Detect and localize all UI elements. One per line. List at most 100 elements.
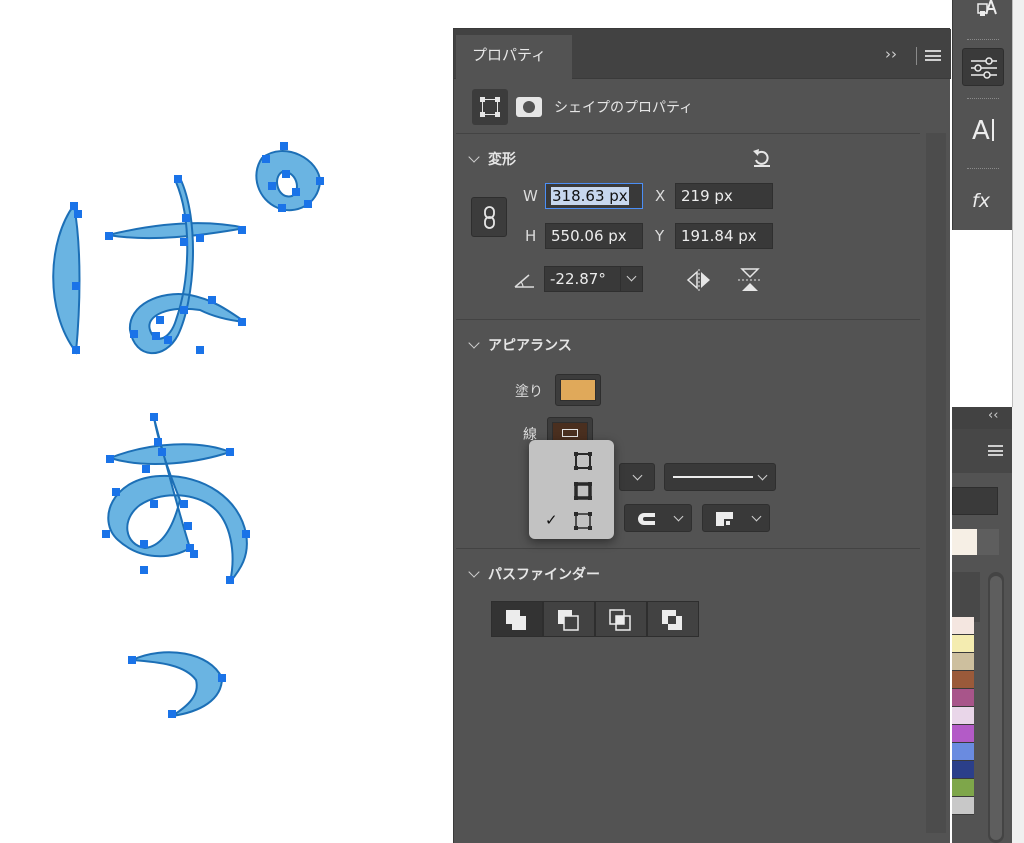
x-field[interactable]: 219 px bbox=[675, 183, 773, 209]
fill-label: 塗り bbox=[515, 384, 543, 400]
angle-dropdown-button[interactable] bbox=[620, 267, 642, 291]
height-label: H bbox=[525, 227, 537, 245]
swatch-color-chip[interactable] bbox=[952, 797, 974, 815]
panel-scrollbar[interactable] bbox=[926, 133, 946, 833]
swatch-color-chip[interactable] bbox=[952, 653, 974, 671]
window-edge bbox=[1012, 0, 1024, 407]
fill-color-button[interactable] bbox=[555, 374, 601, 406]
chevron-down-icon bbox=[673, 511, 684, 522]
shape-properties-header: シェイプのプロパティ bbox=[472, 89, 932, 125]
stroke-cap-dropdown[interactable] bbox=[624, 504, 692, 532]
glyph-pa-shape[interactable] bbox=[52, 150, 322, 717]
fill-color-swatch bbox=[560, 379, 596, 401]
width-field[interactable]: 318.63 px bbox=[545, 183, 643, 209]
stroke-align-center-icon bbox=[574, 482, 592, 500]
pa-cross-stroke bbox=[107, 222, 246, 240]
combine-shapes-button[interactable] bbox=[491, 601, 543, 637]
swatch-color-chip[interactable] bbox=[952, 779, 974, 797]
pathfinder-buttons bbox=[491, 601, 699, 637]
panel-grip[interactable] bbox=[967, 39, 999, 42]
swatch-folder-header bbox=[952, 572, 980, 622]
character-glyph: A bbox=[972, 116, 990, 146]
y-field[interactable]: 191.84 px bbox=[675, 223, 773, 249]
subtract-front-shape-button[interactable] bbox=[543, 601, 595, 637]
stroke-align-inside-item[interactable] bbox=[529, 446, 614, 476]
character-style-icon[interactable] bbox=[962, 0, 1004, 26]
shape-properties-title: シェイプのプロパティ bbox=[554, 100, 694, 116]
section-appearance-header[interactable]: アピアランス bbox=[468, 335, 572, 355]
round-cap-icon bbox=[638, 513, 655, 525]
stroke-align-outside-item[interactable]: ✓ bbox=[529, 506, 614, 536]
foreground-color-chip[interactable] bbox=[952, 529, 977, 555]
chevron-down-icon bbox=[468, 337, 480, 349]
stroke-align-menu: ✓ bbox=[529, 440, 614, 539]
swatch-color-chip[interactable] bbox=[952, 707, 974, 725]
properties-panel: プロパティ ›› シェイプのプロパティ 変形 W 318.63 px X 219… bbox=[453, 28, 951, 843]
properties-panel-icon[interactable] bbox=[962, 48, 1004, 86]
tab-separator bbox=[916, 47, 917, 65]
layer-mask-icon[interactable] bbox=[516, 97, 542, 117]
layer-effects-icon[interactable]: fx bbox=[962, 182, 1004, 220]
character-panel-icon[interactable]: A bbox=[962, 112, 1004, 150]
panel-menu-icon[interactable] bbox=[925, 50, 941, 61]
angle-icon bbox=[514, 274, 534, 288]
secondary-panel-dock: ‹‹ bbox=[952, 407, 1012, 843]
fx-glyph: fx bbox=[972, 190, 990, 212]
x-label: X bbox=[655, 187, 666, 205]
chevron-down-icon bbox=[757, 470, 768, 481]
pa-left-stroke bbox=[52, 202, 81, 355]
scrollbar-thumb[interactable] bbox=[990, 576, 1002, 840]
tab-properties[interactable]: プロパティ bbox=[456, 35, 572, 79]
exclude-overlap-icon bbox=[662, 610, 682, 630]
expand-panel-icon[interactable]: ›› bbox=[885, 45, 897, 63]
chevron-down-icon bbox=[632, 470, 643, 481]
stroke-type-dropdown[interactable] bbox=[664, 463, 776, 491]
exclude-overlap-button[interactable] bbox=[647, 601, 699, 637]
intersect-shapes-button[interactable] bbox=[595, 601, 647, 637]
subtract-front-shape-icon bbox=[558, 610, 579, 631]
swatch-search-field[interactable] bbox=[952, 487, 998, 515]
swatch-color-chip[interactable] bbox=[952, 635, 974, 653]
link-dimensions-button[interactable] bbox=[471, 197, 507, 237]
a-cross-stroke bbox=[106, 443, 233, 465]
swatch-color-chip[interactable] bbox=[952, 617, 974, 635]
a-body bbox=[107, 417, 248, 583]
appearance-title: アピアランス bbox=[488, 338, 572, 354]
swatch-color-chip[interactable] bbox=[952, 725, 974, 743]
swatch-color-chip[interactable] bbox=[952, 761, 974, 779]
width-label: W bbox=[523, 187, 538, 205]
section-pathfinder-header[interactable]: パスファインダー bbox=[468, 564, 600, 584]
miter-join-icon bbox=[716, 512, 733, 526]
dock-header: ‹‹ bbox=[952, 407, 1012, 429]
solid-line-preview bbox=[673, 476, 753, 478]
stroke-align-center-item[interactable] bbox=[529, 476, 614, 506]
background-color-chip[interactable] bbox=[977, 529, 999, 555]
flip-vertical-icon[interactable] bbox=[738, 267, 762, 293]
stroke-width-dropdown[interactable] bbox=[619, 463, 655, 491]
height-field[interactable]: 550.06 px bbox=[545, 223, 643, 249]
angle-field[interactable]: -22.87° bbox=[544, 266, 643, 292]
swatch-scrollbar[interactable] bbox=[988, 572, 1004, 843]
flip-horizontal-icon[interactable] bbox=[685, 269, 713, 291]
character-style-glyph bbox=[977, 0, 997, 16]
panel-tab-bar: プロパティ ›› bbox=[454, 29, 951, 79]
stroke-corner-dropdown[interactable] bbox=[702, 504, 770, 532]
collapse-dock-icon[interactable]: ‹‹ bbox=[988, 408, 998, 423]
stroke-align-outside-icon bbox=[574, 512, 592, 530]
chain-link-icon bbox=[484, 206, 495, 229]
swatch-color-chip[interactable] bbox=[952, 743, 974, 761]
section-transform-header[interactable]: 変形 bbox=[468, 149, 516, 169]
panel-grip[interactable] bbox=[967, 98, 999, 101]
swatch-color-chip[interactable] bbox=[952, 689, 974, 707]
combine-shapes-icon bbox=[506, 610, 526, 630]
stroke-align-inside-icon bbox=[574, 452, 592, 470]
swatch-color-chip[interactable] bbox=[952, 671, 974, 689]
shape-layer-icon[interactable] bbox=[472, 89, 508, 125]
y-label: Y bbox=[655, 227, 665, 245]
reset-transform-icon[interactable] bbox=[751, 146, 773, 168]
canvas-artwork[interactable] bbox=[0, 0, 450, 843]
panel-grip[interactable] bbox=[967, 168, 999, 171]
panel-menu-icon[interactable] bbox=[988, 445, 1003, 456]
dock-tab-bar bbox=[952, 429, 1012, 473]
checkmark-icon: ✓ bbox=[545, 511, 558, 529]
